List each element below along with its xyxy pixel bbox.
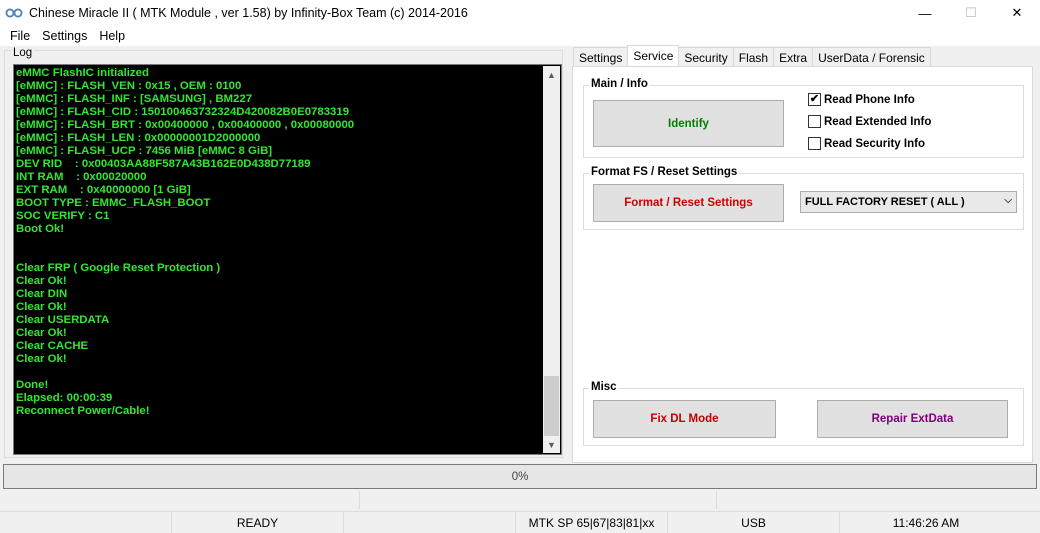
checkbox-checked-icon: ✔	[808, 93, 821, 106]
misc-group: Misc Fix DL Mode Repair ExtData	[583, 381, 1024, 446]
read-security-info-label: Read Security Info	[824, 137, 925, 150]
status-platform: MTK SP 65|67|83|81|xx	[516, 512, 668, 533]
read-phone-info-checkbox[interactable]: ✔ Read Phone Info	[808, 93, 915, 106]
format-reset-button[interactable]: Format / Reset Settings	[593, 184, 784, 222]
tab-userdata-forensic[interactable]: UserData / Forensic	[812, 47, 931, 67]
progress-text: 0%	[511, 470, 529, 483]
chevron-down-icon: ⌵	[1004, 195, 1012, 206]
tab-settings[interactable]: Settings	[573, 47, 629, 67]
title-bar: Chinese Miracle II ( MTK Module , ver 1.…	[0, 0, 1040, 26]
tab-extra[interactable]: Extra	[773, 47, 814, 67]
repair-extdata-button[interactable]: Repair ExtData	[817, 400, 1008, 438]
status-time: 11:46:26 AM	[892, 516, 960, 530]
read-extended-info-label: Read Extended Info	[824, 115, 932, 128]
tab-flash[interactable]: Flash	[732, 47, 775, 67]
log-line: EXT RAM : 0x40000000 [1 GiB]	[16, 184, 191, 196]
fix-dl-mode-button[interactable]: Fix DL Mode	[593, 400, 776, 438]
scroll-thumb[interactable]	[544, 376, 559, 436]
window-title: Chinese Miracle II ( MTK Module , ver 1.…	[29, 6, 468, 20]
close-button[interactable]: ✕	[994, 0, 1040, 26]
log-line: Boot Ok!	[16, 223, 65, 235]
read-extended-info-checkbox[interactable]: Read Extended Info	[808, 115, 931, 128]
identify-button[interactable]: Identify	[593, 100, 784, 147]
app-logo-icon	[5, 4, 23, 22]
menu-settings[interactable]: Settings	[36, 29, 93, 43]
secondary-cell	[360, 491, 717, 509]
tab-strip: Settings Service Security Flash Extra Us…	[573, 45, 931, 67]
log-line: eMMC FlashIC initialized	[16, 67, 149, 79]
scroll-down-icon[interactable]: ▼	[543, 436, 560, 453]
reset-mode-value: FULL FACTORY RESET ( ALL )	[805, 196, 965, 208]
tab-service[interactable]: Service	[627, 45, 680, 66]
status-bar: READY MTK SP 65|67|83|81|xx USB 11:46:26…	[0, 511, 1040, 533]
format-legend: Format FS / Reset Settings	[589, 166, 740, 178]
close-icon: ✕	[1011, 5, 1023, 20]
scroll-up-icon[interactable]: ▲	[543, 66, 560, 83]
log-label: Log	[11, 47, 35, 59]
log-group: Log eMMC FlashIC initialized [eMMC] : FLA…	[4, 47, 563, 458]
menu-file[interactable]: File	[4, 29, 36, 43]
log-line: [eMMC] : FLASH_CID : 150100463732324D420…	[16, 106, 350, 118]
misc-legend: Misc	[589, 381, 619, 393]
log-scrollbar[interactable]: ▲ ▼	[543, 66, 560, 453]
checkbox-unchecked-icon	[808, 115, 821, 128]
log-line: [eMMC] : FLASH_BRT : 0x00400000 , 0x0040…	[16, 119, 355, 131]
main-info-legend: Main / Info	[589, 78, 650, 90]
minimize-icon: —	[918, 5, 932, 21]
log-line: [eMMC] : FLASH_LEN : 0x00000001D2000000	[16, 132, 261, 144]
log-line: Clear Ok!	[16, 327, 67, 339]
log-line: Clear CACHE	[16, 340, 89, 352]
log-output[interactable]: eMMC FlashIC initialized [eMMC] : FLASH_V…	[13, 64, 562, 455]
reset-mode-select[interactable]: FULL FACTORY RESET ( ALL ) ⌵	[800, 191, 1017, 213]
log-line: Clear USERDATA	[16, 314, 110, 326]
menu-bar: File Settings Help	[0, 26, 1040, 46]
log-line: Done!	[16, 379, 49, 391]
log-line: Clear Ok!	[16, 353, 67, 365]
log-line: Elapsed: 00:00:39	[16, 392, 113, 404]
checkbox-unchecked-icon	[808, 137, 821, 150]
status-connection: USB	[668, 512, 840, 533]
log-line: Clear Ok!	[16, 275, 67, 287]
secondary-cell	[3, 491, 360, 509]
progress-bar: 0%	[3, 464, 1037, 489]
log-line: BOOT TYPE : EMMC_FLASH_BOOT	[16, 197, 211, 209]
main-info-group: Main / Info Identify ✔ Read Phone Info R…	[583, 78, 1024, 158]
log-lines: eMMC FlashIC initialized [eMMC] : FLASH_V…	[16, 67, 536, 418]
log-line: INT RAM : 0x00020000	[16, 171, 147, 183]
log-line: [eMMC] : FLASH_UCP : 7456 MiB [eMMC 8 Gi…	[16, 145, 273, 157]
log-line: [eMMC] : FLASH_INF : [SAMSUNG] , BM227	[16, 93, 253, 105]
tab-security[interactable]: Security	[678, 47, 734, 67]
maximize-button[interactable]: ☐	[948, 0, 994, 26]
secondary-cell	[717, 491, 1037, 509]
status-ready: READY	[172, 512, 344, 533]
read-security-info-checkbox[interactable]: Read Security Info	[808, 137, 925, 150]
secondary-bar	[3, 491, 1037, 509]
log-line: Clear DIN	[16, 288, 68, 300]
format-group: Format FS / Reset Settings Format / Rese…	[583, 166, 1024, 230]
service-panel: Main / Info Identify ✔ Read Phone Info R…	[572, 66, 1033, 463]
read-phone-info-label: Read Phone Info	[824, 93, 915, 106]
log-line: Reconnect Power/Cable!	[16, 405, 150, 417]
status-cell-empty	[0, 512, 172, 533]
log-line: [eMMC] : FLASH_VEN : 0x15 , OEM : 0100	[16, 80, 242, 92]
log-line: DEV RID : 0x00403AA88F587A43B162E0D438D7…	[16, 158, 311, 170]
log-line: SOC VERIFY : C1	[16, 210, 110, 222]
minimize-button[interactable]: —	[902, 0, 948, 26]
log-line: Clear Ok!	[16, 301, 67, 313]
menu-help[interactable]: Help	[93, 29, 131, 43]
log-line: Clear FRP ( Google Reset Protection )	[16, 262, 221, 274]
status-empty-2	[344, 512, 516, 533]
maximize-icon: ☐	[965, 5, 977, 20]
